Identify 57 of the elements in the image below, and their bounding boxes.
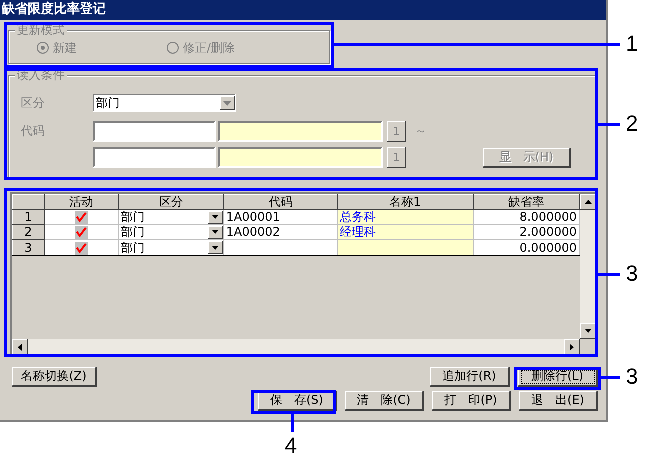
action-button[interactable]: 追加行(R) (430, 367, 510, 387)
code-field[interactable] (93, 121, 216, 142)
table-cell: 2.000000 (520, 225, 577, 240)
name-switch-button[interactable]: 名称切换(Z) (12, 367, 97, 387)
field-label: 区分 (20, 94, 46, 112)
table-cell: 0.000000 (520, 240, 577, 255)
vertical-scrollbar[interactable] (580, 194, 596, 339)
table-cell: 经理科 (340, 225, 376, 240)
dropdown-arrow-button[interactable] (208, 241, 224, 254)
column-header[interactable]: 代码 (224, 194, 338, 210)
row-header[interactable]: 3 (12, 240, 44, 256)
corner-header (12, 194, 44, 210)
name-field[interactable] (218, 147, 383, 168)
name-field[interactable] (218, 121, 383, 142)
table-cell: 部门 (121, 210, 146, 224)
column-header[interactable]: 名称1 (338, 194, 474, 210)
dropdown-arrow-button[interactable] (208, 210, 224, 224)
leader-line (598, 123, 620, 126)
down-arrow-icon[interactable] (584, 329, 592, 333)
callout-number: 4 (285, 434, 298, 458)
callout-number: 1 (626, 32, 638, 56)
leader-line (598, 273, 620, 276)
column-header[interactable]: 区分 (118, 194, 224, 210)
checkbox[interactable] (75, 211, 88, 224)
horizontal-scrollbar[interactable] (12, 339, 596, 355)
action-button[interactable]: 打 印(P) (432, 391, 511, 411)
leader-line (601, 376, 620, 379)
action-button[interactable]: 退 出(E) (519, 391, 598, 411)
row-header[interactable]: 1 (12, 210, 44, 225)
table-cell: 部门 (121, 240, 146, 255)
callout-number: 2 (626, 112, 638, 136)
caret-icon (212, 230, 220, 234)
field-label: 代码 (20, 123, 46, 140)
callout-number: 3 (626, 262, 638, 286)
column-header[interactable]: 缺省率 (473, 194, 580, 210)
right-arrow-icon[interactable] (570, 344, 574, 350)
checkbox[interactable] (75, 226, 88, 240)
action-button[interactable]: 清 除(C) (345, 391, 424, 411)
row-header[interactable]: 2 (12, 224, 44, 240)
up-arrow-icon[interactable] (584, 200, 592, 204)
caret-icon (212, 246, 220, 250)
left-arrow-icon[interactable] (18, 344, 22, 350)
range-sign: ～ (415, 123, 427, 140)
caret-icon (212, 215, 220, 220)
table-cell: 部门 (121, 225, 146, 240)
table-cell: 总务科 (340, 210, 376, 224)
leader-line (291, 414, 294, 432)
window-title: 缺省限度比率登记 (0, 0, 606, 20)
callout-number: 3 (626, 365, 638, 389)
table-cell: 1A00001 (226, 210, 280, 224)
code-field[interactable] (93, 147, 216, 168)
dropdown-arrow-button[interactable] (208, 226, 224, 239)
checkbox[interactable] (75, 242, 88, 255)
table-cell: 8.000000 (520, 210, 577, 224)
column-header[interactable]: 活动 (44, 194, 119, 210)
table-cell: 1A00002 (226, 225, 280, 240)
caret-icon (223, 100, 232, 106)
